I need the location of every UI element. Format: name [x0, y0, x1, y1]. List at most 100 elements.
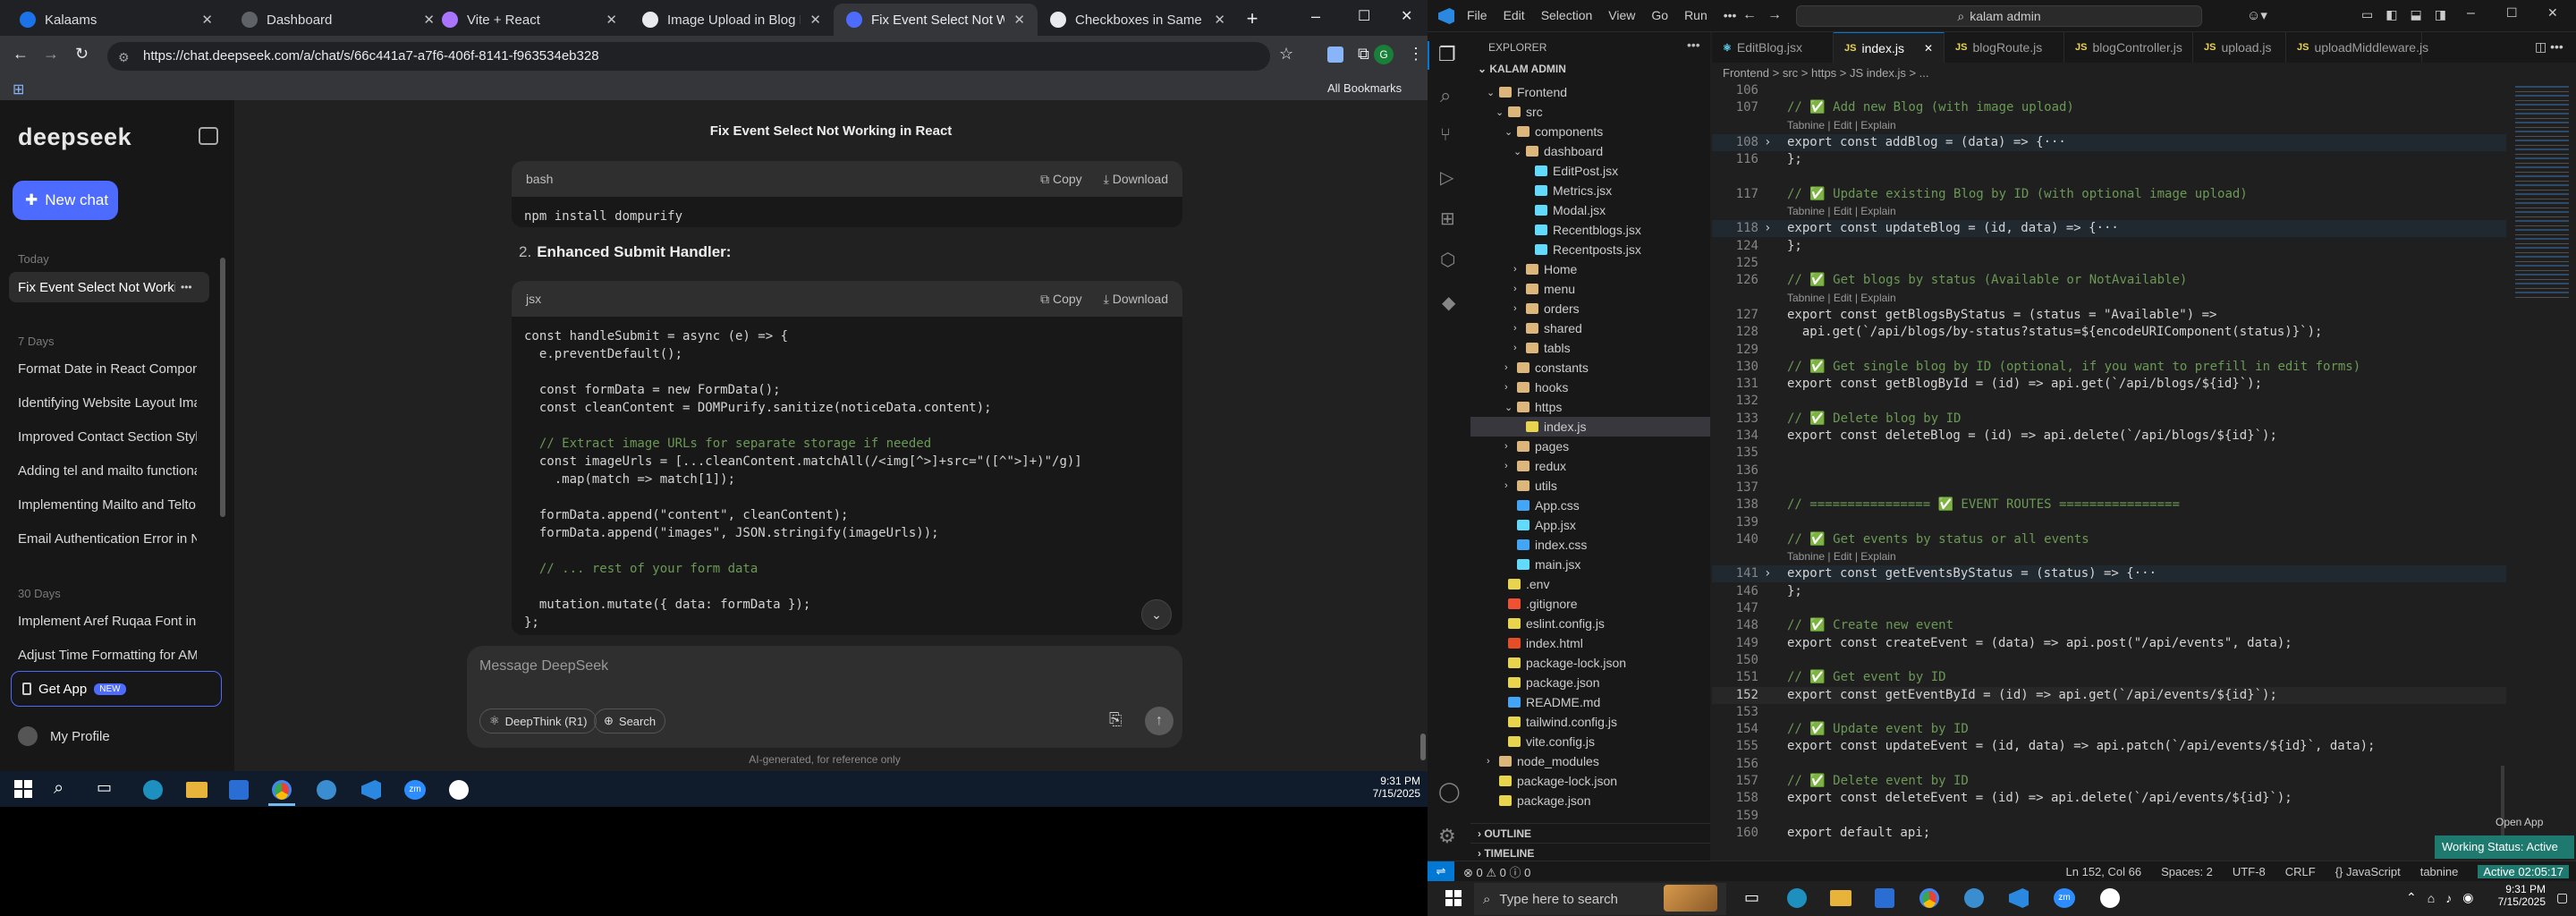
close-window-icon[interactable]: ✕ — [2547, 5, 2558, 21]
menu-item[interactable]: Edit — [1504, 8, 1525, 22]
command-center-search[interactable]: ⌕ kalam admin — [1796, 5, 2202, 27]
tree-folder[interactable]: › constants — [1470, 358, 1710, 377]
code-line[interactable]: 160 export default api; — [1712, 825, 2506, 842]
vscode-taskbar-icon[interactable] — [2009, 888, 2029, 908]
fold-chevron-icon[interactable]: › — [1764, 565, 1771, 582]
editor-tab[interactable]: JS upload.js — [2193, 32, 2286, 63]
working-status-toast[interactable]: Working Status: Active — [2435, 835, 2574, 859]
code-line[interactable]: 146}; — [1712, 583, 2506, 600]
outline-section[interactable]: › OUTLINE — [1470, 823, 1710, 843]
code-line[interactable]: Tabnine | Edit | Explain — [1712, 203, 2506, 220]
code-line[interactable]: 148 // ✅ Create new event — [1712, 617, 2506, 634]
tree-file[interactable]: Metrics.jsx — [1470, 181, 1710, 200]
code-line[interactable]: 138 // ================ ✅ EVENT ROUTES ==… — [1712, 496, 2506, 513]
tree-file[interactable]: package-lock.json — [1470, 771, 1710, 791]
chat-history-item[interactable]: Adding tel and mailto functional — [18, 463, 197, 479]
tree-folder[interactable]: › shared — [1470, 318, 1710, 338]
codelens-actions[interactable]: Tabnine | Edit | Explain — [1787, 203, 1896, 220]
clock[interactable]: 9:31 PM 7/15/2025 — [2488, 883, 2546, 908]
tree-file[interactable]: App.jsx — [1470, 515, 1710, 535]
code-line[interactable]: 140 // ✅ Get events by status or all even… — [1712, 531, 2506, 548]
toggle-panel-icon[interactable]: ⬓ — [2410, 7, 2421, 22]
store-icon[interactable] — [229, 780, 249, 800]
task-view-icon[interactable]: ▭ — [97, 778, 112, 797]
task-view-icon[interactable]: ▭ — [1744, 888, 1759, 907]
chat-history-item[interactable]: Identifying Website Layout Image — [18, 395, 197, 411]
tree-file[interactable]: index.js — [1470, 417, 1710, 437]
menu-item[interactable]: ••• — [1724, 8, 1737, 22]
chrome-taskbar-icon[interactable] — [272, 780, 292, 800]
new-chat-button[interactable]: ✚ New chat — [13, 181, 118, 220]
tree-folder[interactable]: › node_modules — [1470, 751, 1710, 771]
app-icon[interactable] — [317, 780, 336, 800]
tree-folder[interactable]: › hooks — [1470, 377, 1710, 397]
windows-start-icon[interactable] — [14, 780, 32, 798]
tree-file[interactable]: index.html — [1470, 633, 1710, 653]
get-app-button[interactable]: Get App NEW — [11, 671, 222, 707]
remote-indicator-icon[interactable]: ⇌ — [1428, 861, 1454, 883]
app-icon[interactable] — [1964, 888, 1984, 908]
tree-file[interactable]: package.json — [1470, 673, 1710, 692]
copilot-icon[interactable]: ☺▾ — [2247, 7, 2267, 23]
deepseek-logo[interactable]: deepseek — [18, 123, 131, 151]
chat-history-item[interactable]: Implement Aref Ruqaa Font in R — [18, 614, 197, 629]
attach-icon[interactable]: ⎘ — [1109, 710, 1122, 729]
code-line[interactable]: 152 export const getEventById = (id) => a… — [1712, 686, 2506, 704]
edge-icon[interactable] — [1787, 888, 1807, 908]
workspace-root[interactable]: ⌄ KALAM ADMIN — [1478, 63, 1566, 75]
nav-forward-icon[interactable]: → — [1767, 7, 1782, 23]
tab-close-icon[interactable]: ✕ — [606, 12, 617, 28]
code-line[interactable]: 153 — [1712, 704, 2506, 721]
reload-icon[interactable]: ↻ — [75, 45, 89, 64]
chrome-tab[interactable]: Vite + React ✕ — [429, 4, 630, 36]
tree-folder[interactable]: › redux — [1470, 456, 1710, 476]
tree-file[interactable]: .gitignore — [1470, 594, 1710, 614]
code-line[interactable]: 124}; — [1712, 238, 2506, 255]
page-scrollbar[interactable] — [1420, 734, 1426, 760]
app-icon[interactable] — [2100, 888, 2120, 908]
maximize-icon[interactable]: ☐ — [2506, 5, 2518, 21]
chrome-tab[interactable]: Image Upload in Blog Editor ✕ — [630, 4, 834, 36]
tree-folder[interactable]: ⌄ src — [1470, 102, 1710, 122]
chrome-tab[interactable]: Dashboard ✕ — [229, 4, 447, 36]
collapse-sidebar-icon[interactable] — [199, 127, 218, 145]
tree-file[interactable]: main.jsx — [1470, 555, 1710, 574]
tray-chevron-icon[interactable]: ⌃ — [2406, 890, 2417, 905]
copy-button[interactable]: ⧉ Copy — [1040, 172, 1082, 187]
network-icon[interactable]: ⌂ — [2428, 891, 2435, 905]
search-icon[interactable]: ⌕ — [54, 778, 64, 799]
tab-close-icon[interactable]: ✕ — [201, 12, 213, 28]
fold-chevron-icon[interactable]: › — [1764, 134, 1771, 151]
tree-folder[interactable]: ⌄ dashboard — [1470, 141, 1710, 161]
address-bar[interactable]: https://chat.deepseek.com/a/chat/s/66c44… — [107, 42, 1270, 71]
open-app-link[interactable]: Open App — [2496, 816, 2543, 828]
file-explorer-icon[interactable] — [186, 782, 208, 798]
new-tab-button[interactable]: + — [1238, 5, 1267, 34]
close-tab-icon[interactable]: ✕ — [1924, 42, 1933, 55]
tree-file[interactable]: package.json — [1470, 791, 1710, 810]
extensions-icon[interactable]: ⊞ — [1440, 208, 1455, 230]
deepthink-toggle[interactable]: ⚛ DeepThink (R1) — [479, 708, 597, 734]
tab-close-icon[interactable]: ✕ — [1013, 12, 1025, 28]
settings-gear-icon[interactable]: ⚙ — [1438, 825, 1456, 848]
code-line[interactable]: 106 — [1712, 82, 2506, 99]
timeline-section[interactable]: › TIMELINE — [1470, 843, 1710, 862]
explorer-icon[interactable]: ❐ — [1438, 43, 1456, 66]
split-editor-icon[interactable]: ◫ ••• — [2535, 39, 2563, 55]
minimize-icon[interactable]: – — [1311, 7, 1320, 26]
message-input[interactable]: Message DeepSeek — [479, 658, 1159, 674]
minimap[interactable] — [2515, 86, 2569, 301]
profile-avatar-icon[interactable]: G — [1374, 45, 1394, 64]
store-icon[interactable] — [1875, 888, 1894, 908]
code-line[interactable]: 126 // ✅ Get blogs by status (Available o… — [1712, 272, 2506, 289]
toggle-secondary-icon[interactable]: ◨ — [2435, 7, 2446, 22]
copy-button[interactable]: ⧉ Copy — [1040, 292, 1082, 307]
toggle-sidebar-icon[interactable]: ◧ — [2385, 7, 2397, 22]
tree-folder[interactable]: ⌄ https — [1470, 397, 1710, 417]
search-toggle[interactable]: ⊕ Search — [594, 708, 666, 734]
tree-file[interactable]: README.md — [1470, 692, 1710, 712]
menu-item[interactable]: File — [1467, 8, 1487, 22]
chrome-tab[interactable]: Kalaams ✕ — [7, 4, 225, 36]
apps-grid-icon[interactable]: ⊞ — [13, 81, 24, 98]
line-endings[interactable]: CRLF — [2285, 865, 2316, 878]
